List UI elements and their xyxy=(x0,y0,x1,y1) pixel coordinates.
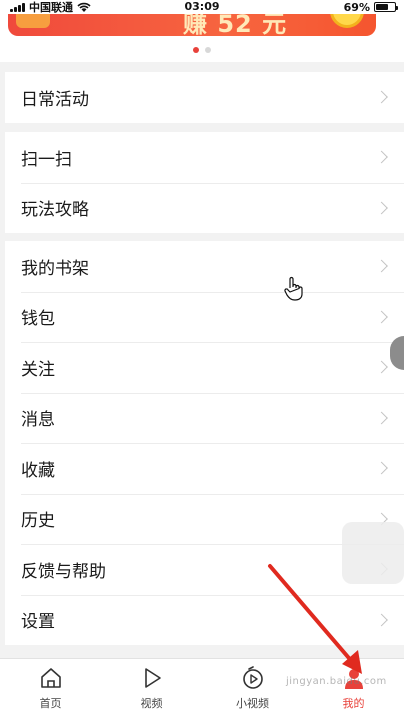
menu-item-favorites[interactable]: 收藏 xyxy=(5,443,404,494)
tab-video[interactable]: 视频 xyxy=(101,659,202,713)
chevron-right-icon xyxy=(375,461,388,475)
chevron-right-icon xyxy=(375,201,388,215)
menu-item-messages[interactable]: 消息 xyxy=(5,392,404,444)
tab-label: 视频 xyxy=(140,697,163,710)
status-bar: 中国联通 03:09 69% xyxy=(0,0,404,14)
menu-group-activities: 日常活动 xyxy=(5,72,404,123)
menu-item-label: 反馈与帮助 xyxy=(21,561,106,582)
chevron-right-icon xyxy=(375,150,388,164)
pagination-dot[interactable] xyxy=(205,47,211,53)
tab-label: 小视频 xyxy=(236,697,269,710)
banner-pagination xyxy=(0,47,404,53)
menu-item-label: 扫一扫 xyxy=(21,149,72,170)
tab-label: 首页 xyxy=(39,697,62,710)
menu-item-label: 历史 xyxy=(21,511,55,532)
home-icon xyxy=(40,668,61,688)
tab-label: 我的 xyxy=(342,697,365,710)
menu-item-label: 消息 xyxy=(21,410,55,431)
chevron-right-icon xyxy=(375,90,388,104)
battery-percent: 69% xyxy=(343,0,370,14)
chevron-right-icon xyxy=(375,613,388,627)
menu-item-bookshelf[interactable]: 我的书架 xyxy=(5,241,404,292)
menu-item-label: 玩法攻略 xyxy=(21,200,89,221)
menu-item-label: 我的书架 xyxy=(21,258,89,279)
play-icon xyxy=(144,668,161,688)
battery-icon xyxy=(374,2,398,12)
chevron-right-icon xyxy=(375,360,388,374)
menu-item-follow[interactable]: 关注 xyxy=(5,342,404,393)
menu-item-label: 收藏 xyxy=(21,460,55,481)
hand-cursor-icon xyxy=(284,276,303,301)
annotation-arrow-icon xyxy=(268,564,362,674)
menu-item-wallet[interactable]: 钱包 xyxy=(5,291,404,343)
chevron-right-icon xyxy=(375,259,388,273)
menu-item-label: 钱包 xyxy=(21,309,55,330)
battery-fill xyxy=(376,4,389,10)
menu-group-tools: 扫一扫 玩法攻略 xyxy=(5,132,404,233)
menu-item-label: 日常活动 xyxy=(21,89,89,110)
chevron-right-icon xyxy=(375,310,388,324)
pagination-dot-active[interactable] xyxy=(193,47,199,53)
menu-item-guide[interactable]: 玩法攻略 xyxy=(5,182,404,234)
status-right: 69% xyxy=(343,0,398,14)
chevron-right-icon xyxy=(375,411,388,425)
menu-item-label: 关注 xyxy=(21,359,55,380)
menu-item-label: 设置 xyxy=(21,612,55,633)
tab-home[interactable]: 首页 xyxy=(0,659,101,713)
menu-item-scan[interactable]: 扫一扫 xyxy=(5,132,404,183)
menu-item-daily-activities[interactable]: 日常活动 xyxy=(5,72,404,123)
